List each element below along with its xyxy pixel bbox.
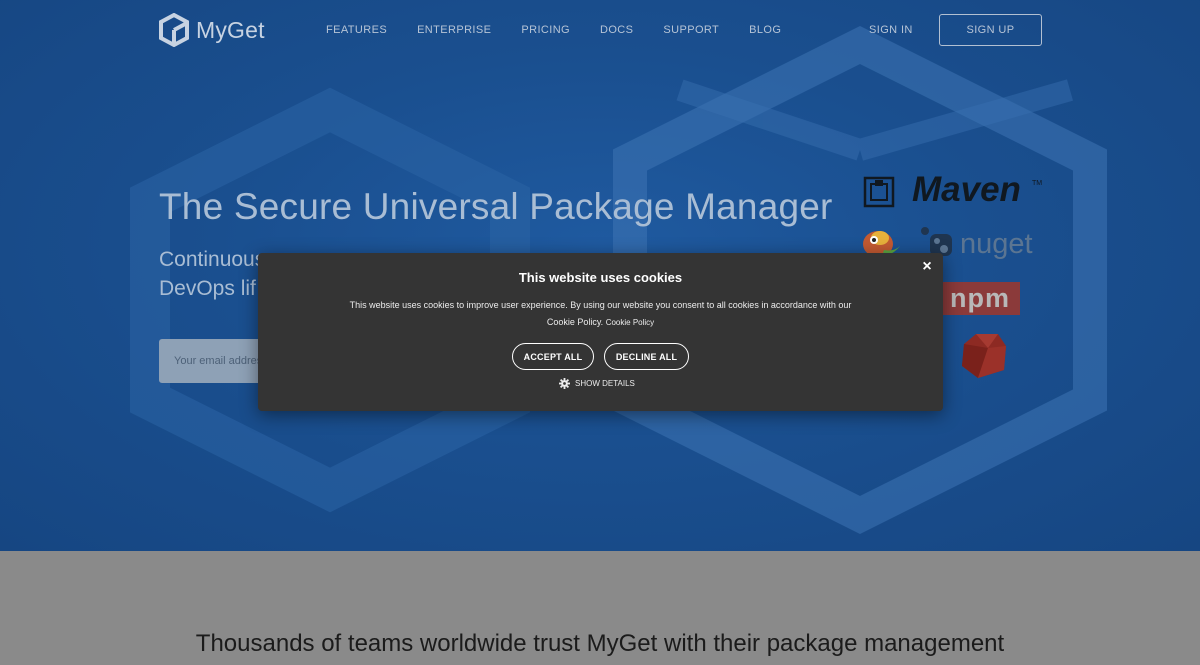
trust-section: Thousands of teams worldwide trust MyGet… bbox=[0, 551, 1200, 665]
nuget-logo: nuget bbox=[960, 228, 1033, 260]
hero-headline: The Secure Universal Package Manager bbox=[159, 186, 833, 227]
sign-in-link[interactable]: SIGN IN bbox=[869, 24, 913, 36]
hero-subline: Continuous DevOps lif bbox=[159, 245, 269, 303]
page: MyGet FEATURES ENTERPRISE PRICING DOCS S… bbox=[0, 0, 1200, 665]
brand-name: MyGet bbox=[196, 16, 265, 43]
show-details-toggle[interactable]: SHOW DETAILS bbox=[559, 378, 635, 389]
nav-link-enterprise[interactable]: ENTERPRISE bbox=[417, 24, 491, 36]
cookie-policy-link[interactable]: Cookie Policy bbox=[606, 318, 654, 327]
top-navigation: MyGet FEATURES ENTERPRISE PRICING DOCS S… bbox=[0, 0, 1200, 60]
hero-subline-line-2: DevOps lif bbox=[159, 277, 256, 300]
email-input[interactable] bbox=[159, 339, 269, 383]
hero-subline-line-1: Continuous bbox=[159, 248, 266, 271]
brand-logo[interactable]: MyGet bbox=[158, 13, 265, 47]
nav-links: FEATURES ENTERPRISE PRICING DOCS SUPPORT… bbox=[326, 24, 811, 36]
nav-link-docs[interactable]: DOCS bbox=[600, 24, 633, 36]
accept-all-button[interactable]: ACCEPT ALL bbox=[512, 343, 594, 370]
nav-link-pricing[interactable]: PRICING bbox=[521, 24, 570, 36]
gear-icon bbox=[559, 378, 570, 389]
nav-link-blog[interactable]: BLOG bbox=[749, 24, 781, 36]
npm-logo: npm bbox=[940, 282, 1020, 315]
show-details-label: SHOW DETAILS bbox=[575, 379, 635, 388]
decline-all-button[interactable]: DECLINE ALL bbox=[604, 343, 689, 370]
cookie-dialog-text: This website uses cookies to improve use… bbox=[349, 300, 852, 327]
trust-statement: Thousands of teams worldwide trust MyGet… bbox=[195, 630, 1005, 657]
maven-logo: Maven bbox=[912, 170, 1021, 209]
cookie-consent-dialog: × This website uses cookies This website… bbox=[258, 253, 943, 411]
myget-cube-icon bbox=[159, 13, 189, 47]
cookie-dialog-title: This website uses cookies bbox=[518, 270, 683, 285]
maven-box-icon bbox=[863, 176, 895, 208]
maven-trademark: TM bbox=[1032, 180, 1043, 187]
nav-link-support[interactable]: SUPPORT bbox=[663, 24, 719, 36]
ruby-gem-icon bbox=[962, 334, 1006, 378]
nav-link-features[interactable]: FEATURES bbox=[326, 24, 387, 36]
sign-up-button[interactable]: SIGN UP bbox=[939, 14, 1042, 46]
cookie-dialog-body: This website uses cookies to improve use… bbox=[348, 297, 853, 331]
